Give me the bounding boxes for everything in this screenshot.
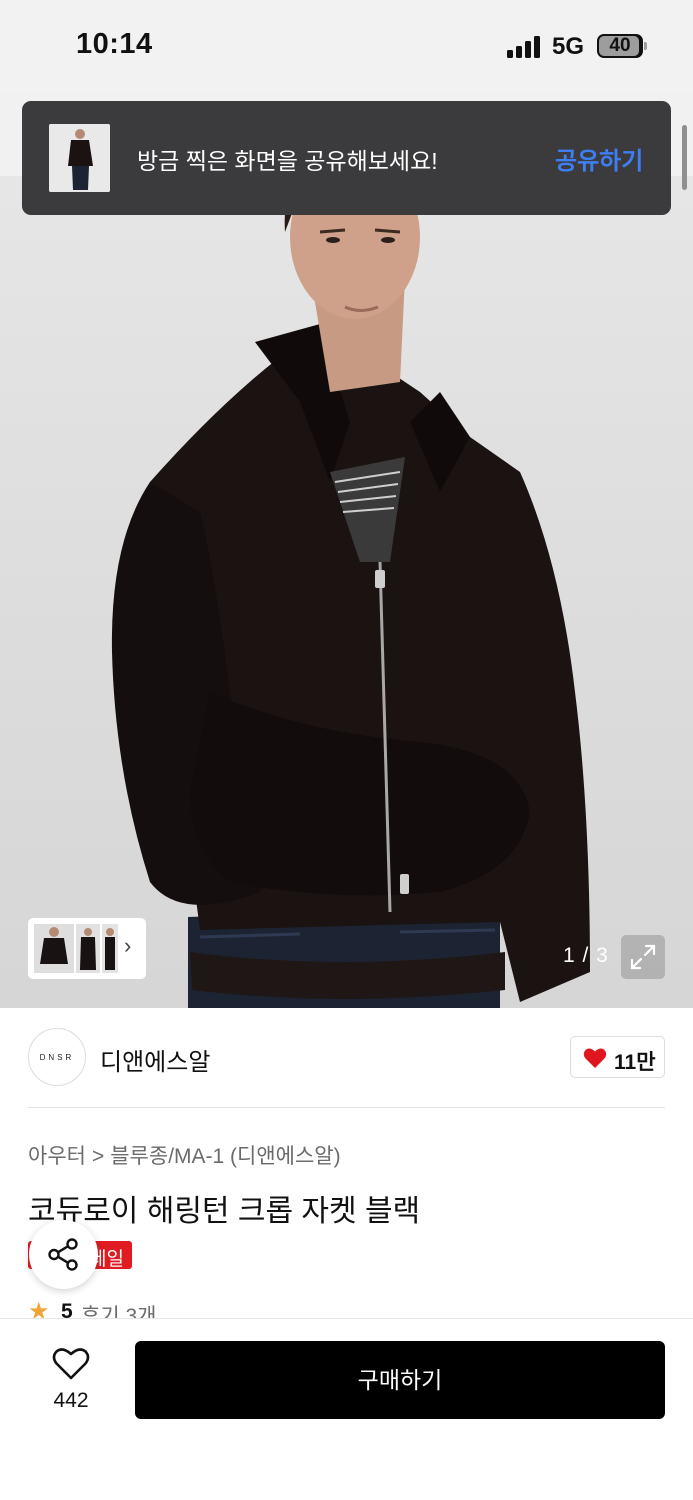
divider: [28, 1107, 665, 1108]
status-time: 10:14: [76, 28, 153, 60]
share-button[interactable]: [29, 1220, 98, 1289]
status-bar: 10:14 5G 40: [0, 0, 693, 92]
thumbnail-3[interactable]: [102, 924, 118, 973]
thumbnail-2[interactable]: [76, 924, 100, 973]
thumbnail-strip[interactable]: ›: [28, 918, 146, 979]
heart-outline-icon: [52, 1348, 90, 1380]
battery-nub: [644, 42, 647, 50]
product-image[interactable]: [0, 92, 693, 1008]
breadcrumb: 아우터 > 블루종/MA-1 (디앤에스알): [28, 1140, 341, 1170]
breadcrumb-item-outer[interactable]: 아우터: [28, 1145, 86, 1168]
buy-button[interactable]: 구매하기: [135, 1341, 665, 1419]
brand-row[interactable]: DNSR 디앤에스알 11만: [0, 1008, 693, 1108]
brand-logo[interactable]: DNSR: [28, 1028, 86, 1086]
brand-like-button[interactable]: 11만: [570, 1036, 665, 1078]
product-photo: [111, 147, 590, 1008]
wishlist-button[interactable]: 442: [40, 1343, 102, 1413]
share-toast: 방금 찍은 화면을 공유해보세요! 공유하기: [22, 101, 671, 215]
brand-name[interactable]: 디앤에스알: [100, 1042, 210, 1077]
chevron-right-icon[interactable]: ›: [124, 933, 131, 959]
toast-message: 방금 찍은 화면을 공유해보세요!: [137, 148, 438, 174]
signal-icon: [507, 36, 543, 58]
expand-icon: [630, 944, 656, 970]
product-title: 코듀로이 해링턴 크롭 자켓 블랙: [28, 1195, 421, 1228]
bottom-action-bar: 442 구매하기: [0, 1318, 693, 1500]
battery-level: 40: [609, 35, 631, 56]
breadcrumb-item-blouson[interactable]: 블루종/MA-1 (디앤에스알): [110, 1145, 340, 1168]
share-icon: [48, 1238, 78, 1271]
scroll-indicator[interactable]: [682, 125, 687, 190]
toast-thumbnail: [49, 124, 110, 192]
wishlist-count: 442: [53, 1389, 89, 1412]
expand-button[interactable]: [621, 935, 665, 979]
breadcrumb-separator: >: [91, 1145, 105, 1168]
thumbnail-1[interactable]: [34, 924, 74, 973]
network-type: 5G: [552, 33, 585, 60]
battery-icon: 40: [597, 34, 643, 58]
share-action-button[interactable]: 공유하기: [555, 141, 643, 176]
brand-like-count: 11만: [614, 1051, 656, 1074]
image-counter: 1 / 3: [563, 944, 609, 967]
heart-filled-icon: [583, 1048, 607, 1068]
